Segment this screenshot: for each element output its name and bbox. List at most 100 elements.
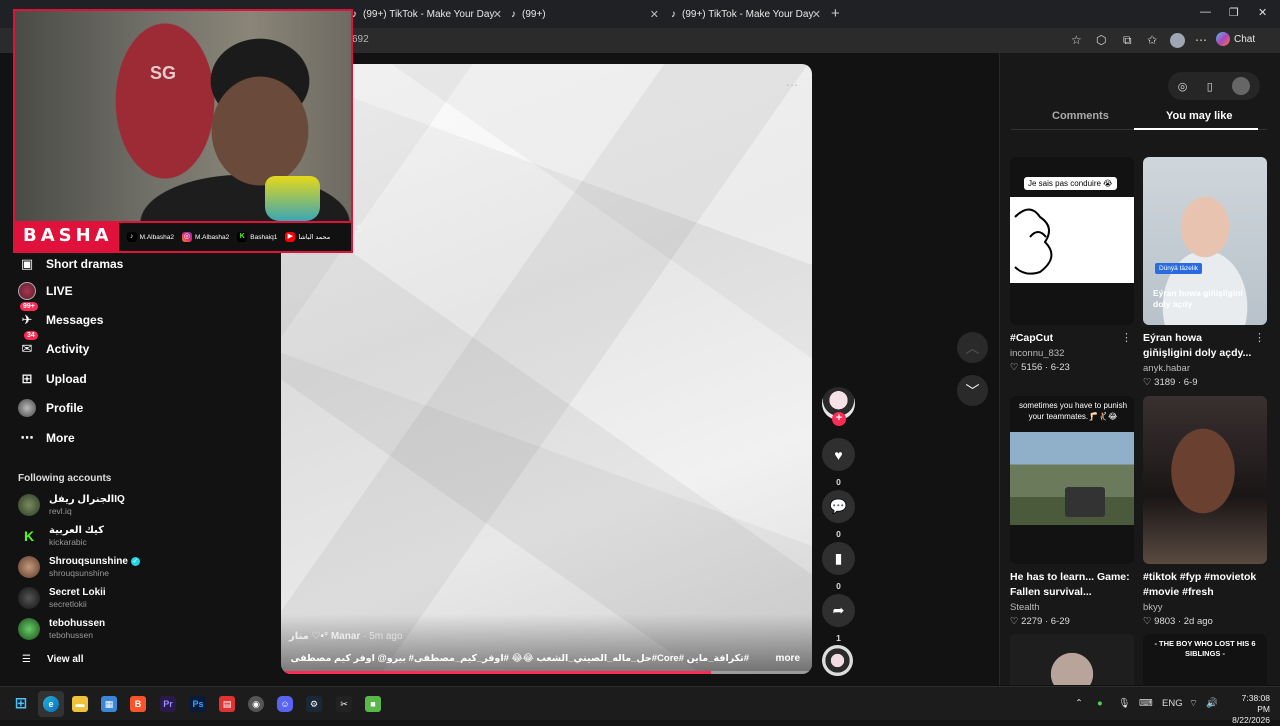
video-author-line[interactable]: منار ♡•° Manar · 5m ago [289,631,403,642]
browser-tab[interactable]: ♪ (99+) TikTok - Make Your Day ✕ [671,4,821,24]
volume-icon[interactable]: 🔊 [1206,698,1218,709]
sidebar-item-activity[interactable]: ✉ 34 Activity [18,331,89,358]
sidebar-item-short-dramas[interactable]: ▣ Short dramas [18,255,124,273]
following-account[interactable]: Secret Lokii secretlokii [18,587,106,609]
taskbar-clock[interactable]: 7:38:08 PM 8/22/2026 [1228,693,1270,726]
discord-icon[interactable]: ☺ [277,696,293,712]
tab-comments[interactable]: Comments [1052,110,1109,122]
card-author[interactable]: bkyy [1143,602,1267,613]
menu-dots-icon[interactable]: ⋯ [1195,33,1207,47]
recommended-video-card[interactable]: Dünýä täzelik Eýran howa giňişligini dol… [1143,157,1267,388]
close-icon[interactable]: ✕ [493,8,502,21]
sidebar-item-upload[interactable]: ⊞ Upload [18,370,87,388]
steam-icon[interactable]: ⚙ [306,696,322,712]
tab-you-may-like[interactable]: You may like [1166,110,1232,122]
share-icon[interactable]: ➦ [822,594,855,627]
view-all-button[interactable]: ☰ View all [22,654,83,665]
close-icon[interactable]: ✕ [812,8,821,21]
comment-action[interactable]: 💬 0 [822,490,855,539]
recommended-video-thumbnail[interactable]: - THE BOY WHO LOST HIS 6 SIBLINGS - [1143,634,1267,685]
tab-label: (99+) TikTok - Make Your Day [363,8,495,20]
chevron-up-icon[interactable]: ︿ [957,332,988,363]
video-progress-bar[interactable] [281,671,812,674]
store-icon[interactable]: ▦ [101,696,117,712]
chevron-down-icon[interactable]: ﹀ [957,375,988,406]
sidebar-item-profile[interactable]: Profile [18,399,83,417]
copilot-chat-button[interactable]: Chat [1216,32,1255,46]
file-explorer-icon[interactable]: ▬ [72,696,88,712]
following-account[interactable]: K كيك العربية kickarabic [18,525,104,547]
bookmark-icon[interactable]: ▮ [822,542,855,575]
bookmark-action[interactable]: ▮ 0 [822,542,855,591]
browser-profile-avatar[interactable] [1170,33,1185,48]
like-action[interactable]: ♥ 0 [822,438,855,487]
video-thumbnail[interactable]: sometimes you have to punish your teamma… [1010,396,1134,564]
split-screen-icon[interactable]: ⧉ [1123,33,1132,48]
weapon-shape [1065,487,1105,517]
language-indicator[interactable]: ENG [1162,698,1183,709]
brave-icon[interactable]: B [130,696,146,712]
windows-start-icon[interactable]: ⊞ [13,696,29,712]
favorites-icon[interactable]: ✩ [1147,33,1157,47]
user-avatar[interactable] [1232,77,1251,95]
recommended-video-card[interactable]: #tiktok #fyp #movietok #movie #fresh bky… [1143,396,1267,627]
card-author[interactable]: anyk.habar [1143,363,1267,374]
card-author[interactable]: inconnu_832 [1010,348,1134,359]
thumbnail-badge: Dünýä täzelik [1155,263,1203,274]
minecraft-icon[interactable]: ■ [365,696,381,712]
close-icon[interactable]: ✕ [650,8,659,21]
video-thumbnail[interactable] [1143,396,1267,564]
chevron-up-icon[interactable]: ⌃ [1075,698,1083,709]
card-title: #tiktok #fyp #movietok #movie #fresh [1143,571,1257,598]
card-options-icon[interactable]: ⋮ [1254,331,1265,344]
tiktok-icon: ♪ [126,232,137,242]
window-close-icon[interactable]: ✕ [1258,6,1267,19]
music-disc[interactable] [822,645,853,676]
url-text[interactable]: 692 [352,34,369,45]
bookmark-count: 0 [836,581,841,591]
compass-icon[interactable]: ◎ [1178,80,1188,93]
extensions-icon[interactable]: ⬡ [1096,33,1106,47]
microphone-icon[interactable]: 🎙 [1118,698,1130,709]
restore-icon[interactable]: ❐ [1229,6,1239,19]
phone-icon[interactable]: ▯ [1207,80,1213,93]
browser-tab[interactable]: ♪ (99+) ✕ [511,4,659,24]
star-icon[interactable]: ☆ [1071,33,1082,47]
following-account[interactable]: Shrouqsunshine ✓ shrouqsunshine [18,556,140,578]
following-account[interactable]: tebohussen tebohussen [18,618,105,640]
video-thumbnail[interactable]: Je sais pas conduire 😭 [1010,157,1134,325]
minimize-icon[interactable]: — [1200,6,1211,18]
social-youtube: ▶ محمد الباشا [285,232,330,242]
recommended-video-thumbnail[interactable] [1010,634,1134,685]
video-player[interactable]: ⋯ منار ♡•° Manar · 5m ago #تكرافة_ماين #… [281,64,812,674]
wifi-icon[interactable]: ⌔ [1189,698,1198,709]
recommended-video-card[interactable]: Je sais pas conduire 😭 #CapCut ⋮ inconnu… [1010,157,1134,373]
edge-icon[interactable]: e [43,696,59,712]
following-account[interactable]: الجنرال ريفلIQ revl.iq [18,494,125,516]
video-thumbnail[interactable]: Dünýä täzelik Eýran howa giňişligini dol… [1143,157,1267,325]
heart-icon[interactable]: ♥ [822,438,855,471]
sidebar-item-live[interactable]: LIVE [18,282,73,300]
keyboard-icon[interactable]: ⌨ [1139,698,1153,709]
profile-icon [18,399,36,417]
photoshop-icon[interactable]: Ps [190,696,206,712]
share-action[interactable]: ➦ 1 [822,594,855,643]
comment-icon[interactable]: 💬 [822,490,855,523]
caption-more-button[interactable]: more [776,653,800,664]
obs-icon[interactable]: ◉ [248,696,264,712]
video-options-icon[interactable]: ⋯ [786,78,798,92]
capcut-icon[interactable]: ✂ [336,696,352,712]
follow-plus-icon[interactable]: + [832,412,846,426]
card-options-icon[interactable]: ⋮ [1121,331,1132,344]
streamer-webcam-overlay: SG BASHA ♪ M.Albasha2 ◎ M.Albasha2 K Bashai… [13,9,353,253]
sidebar-item-messages[interactable]: ✈ 99+ Messages [18,302,103,329]
sidebar-item-more[interactable]: ⋯ More [18,429,75,447]
premiere-icon[interactable]: Pr [160,696,176,712]
new-tab-button[interactable]: + [831,5,840,22]
recommended-video-card[interactable]: sometimes you have to punish your teamma… [1010,396,1134,627]
card-author[interactable]: Stealth [1010,602,1134,613]
tiktok-icon: ♪ [671,8,676,20]
app-icon[interactable]: ▤ [219,696,235,712]
tray-app-icon[interactable]: ● [1097,698,1103,709]
browser-tab[interactable]: ♪ (99+) TikTok - Make Your Day ✕ [352,4,502,24]
